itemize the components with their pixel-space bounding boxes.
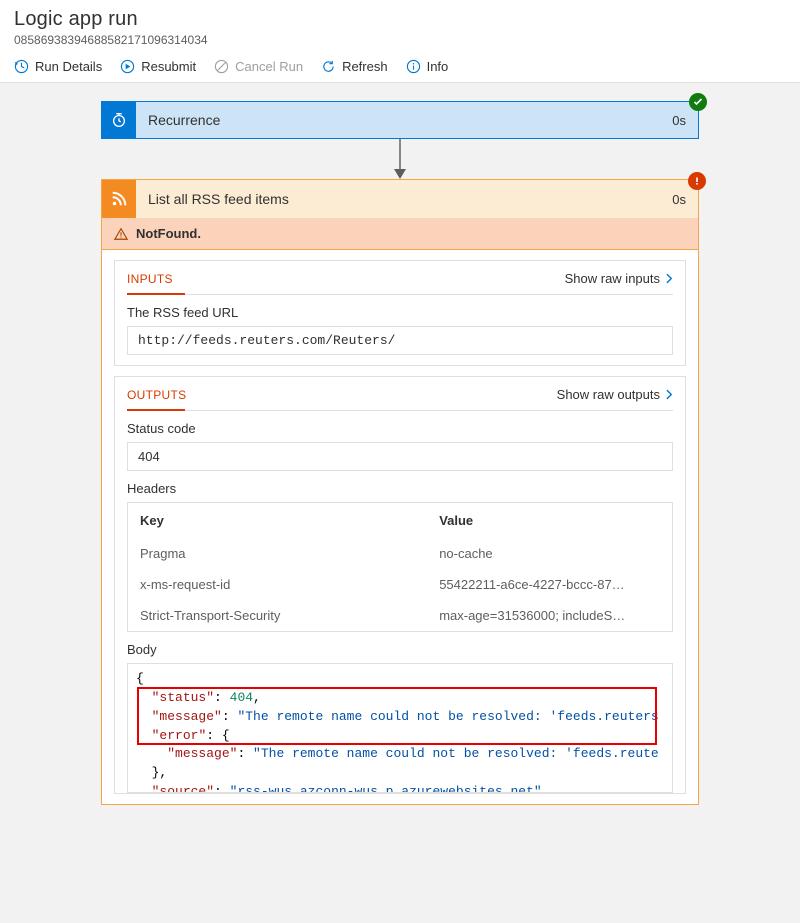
page-title: Logic app run: [14, 8, 786, 31]
cancel-icon: [214, 59, 229, 74]
error-status-text: NotFound.: [136, 226, 201, 241]
run-id: 08586938394688582171096314034: [14, 33, 786, 47]
resubmit-button[interactable]: Resubmit: [120, 59, 196, 74]
run-details-button[interactable]: Run Details: [14, 59, 102, 74]
resubmit-icon: [120, 59, 135, 74]
table-row: Strict-Transport-Securitymax-age=3153600…: [128, 600, 672, 631]
rss-icon: [102, 180, 136, 218]
outputs-panel: OUTPUTS Show raw outputs Status code 404…: [114, 376, 686, 794]
recurrence-duration: 0s: [672, 113, 698, 128]
rss-step-header[interactable]: List all RSS feed items 0s: [102, 180, 698, 218]
success-badge: [689, 93, 707, 111]
rss-url-label: The RSS feed URL: [127, 305, 673, 320]
chevron-right-icon: [666, 389, 673, 400]
chevron-right-icon: [666, 273, 673, 284]
history-icon: [14, 59, 29, 74]
rss-step: List all RSS feed items 0s NotFound. INP…: [101, 179, 699, 805]
headers-table[interactable]: Key Value Pragmano-cache x-ms-request-id…: [127, 502, 673, 632]
error-badge: [688, 172, 706, 190]
body-label: Body: [127, 642, 673, 657]
headers-label: Headers: [127, 481, 673, 496]
refresh-button[interactable]: Refresh: [321, 59, 388, 74]
status-code-value: 404: [127, 442, 673, 471]
outputs-label: OUTPUTS: [127, 388, 186, 402]
recurrence-label: Recurrence: [136, 112, 672, 128]
clock-icon: [102, 102, 136, 138]
recurrence-step[interactable]: Recurrence 0s: [101, 101, 699, 139]
rss-step-title: List all RSS feed items: [136, 191, 672, 207]
info-button[interactable]: Info: [406, 59, 449, 74]
table-row: x-ms-request-id55422211-a6ce-4227-bccc-8…: [128, 569, 672, 600]
warning-icon: [114, 227, 128, 241]
table-row: Pragmano-cache: [128, 538, 672, 569]
body-json-box[interactable]: { "status": 404, "message": "The remote …: [127, 663, 673, 793]
show-raw-inputs-link[interactable]: Show raw inputs: [565, 271, 673, 286]
toolbar: Run Details Resubmit Cancel Run Refresh …: [0, 51, 800, 83]
rss-url-value: http://feeds.reuters.com/Reuters/: [127, 326, 673, 355]
connector-arrow: [101, 139, 699, 179]
show-raw-outputs-link[interactable]: Show raw outputs: [557, 387, 673, 402]
status-code-label: Status code: [127, 421, 673, 436]
inputs-label: INPUTS: [127, 272, 173, 286]
headers-col-key: Key: [128, 503, 427, 538]
refresh-icon: [321, 59, 336, 74]
info-icon: [406, 59, 421, 74]
rss-step-duration: 0s: [672, 192, 698, 207]
error-bar: NotFound.: [102, 218, 698, 250]
inputs-panel: INPUTS Show raw inputs The RSS feed URL …: [114, 260, 686, 366]
headers-col-value: Value: [427, 503, 672, 538]
cancel-run-button: Cancel Run: [214, 59, 303, 74]
